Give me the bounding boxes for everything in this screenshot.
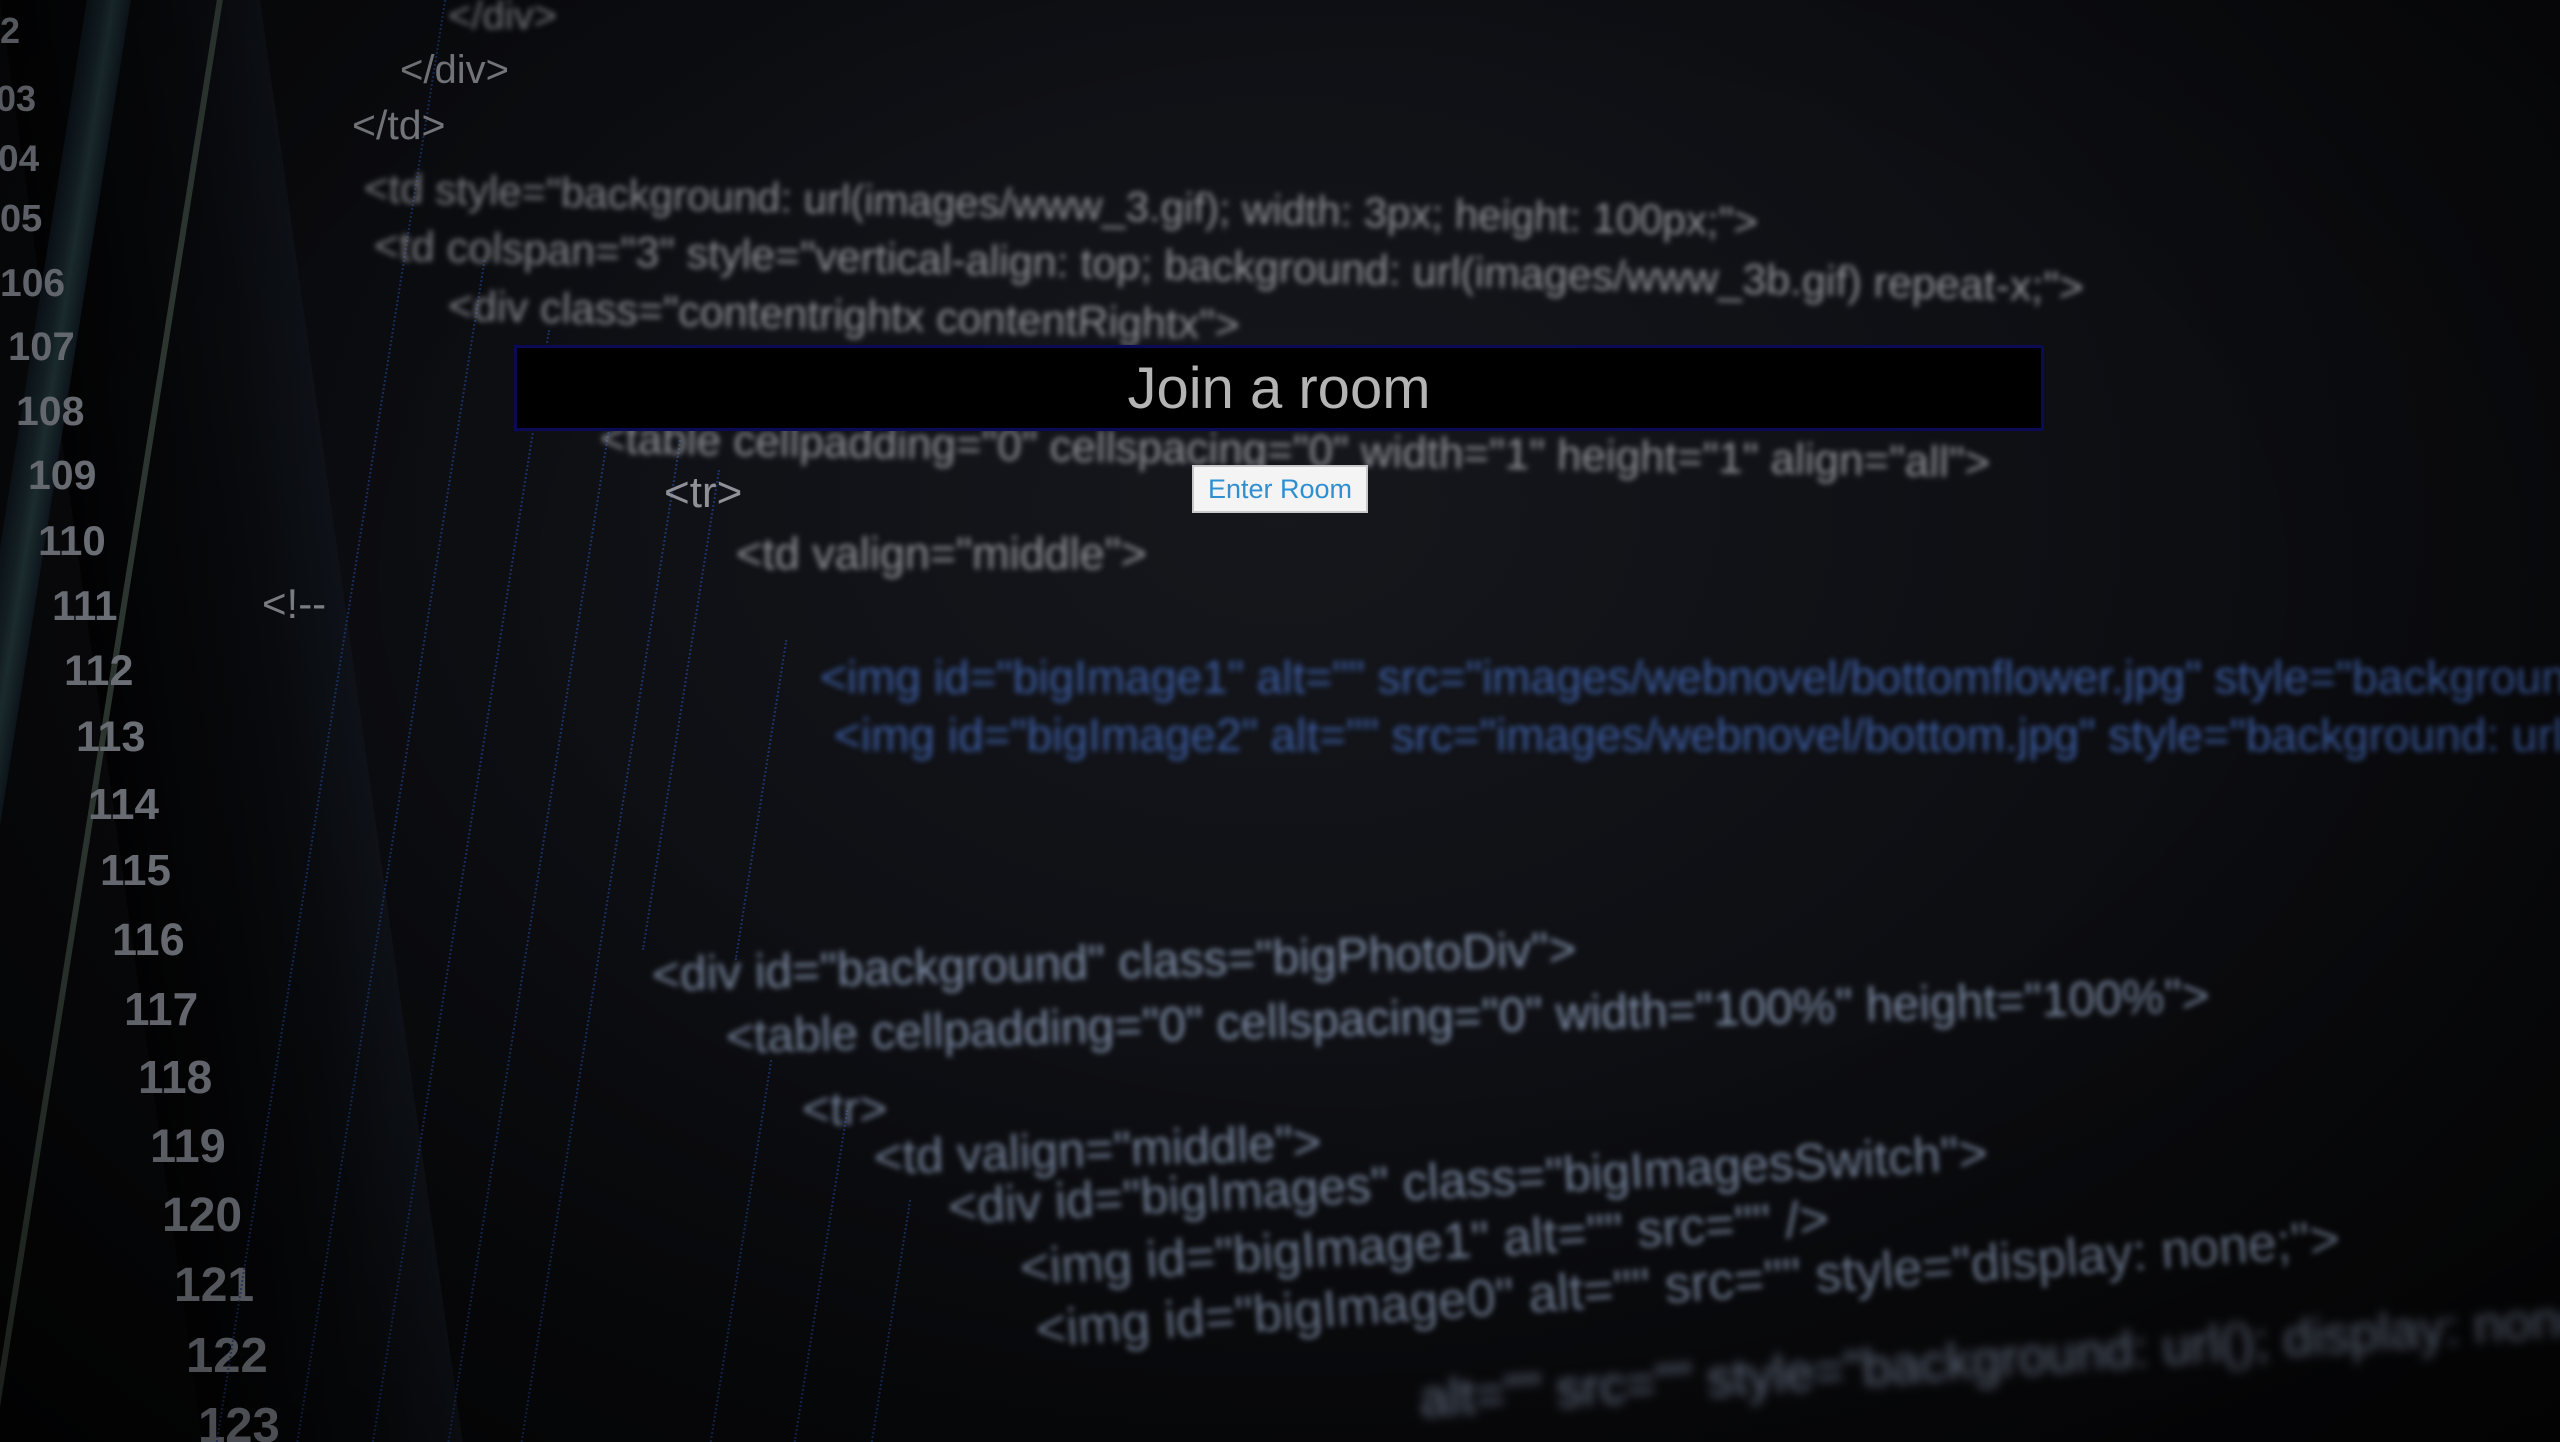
enter-room-button[interactable]: Enter Room (1192, 465, 1368, 513)
room-name-input[interactable] (514, 345, 2044, 431)
join-room-form: Enter Room (0, 0, 2560, 1442)
app-stage: 2 03 04 05 106 107 108 109 110 111 112 1… (0, 0, 2560, 1442)
